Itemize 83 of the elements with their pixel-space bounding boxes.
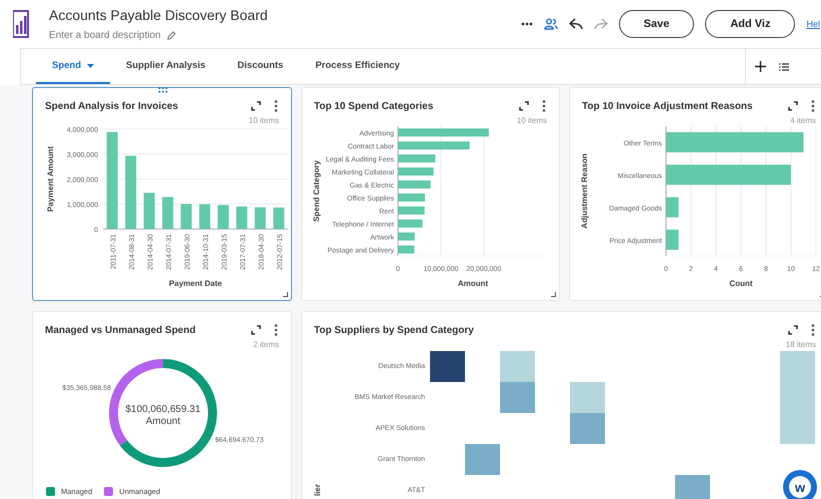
more-vertical-icon[interactable] — [274, 100, 278, 112]
bar[interactable] — [398, 167, 434, 176]
heatmap-cell[interactable] — [465, 444, 500, 475]
more-vertical-icon[interactable] — [542, 100, 546, 112]
card-title: Top Suppliers by Spend Category — [314, 324, 474, 336]
x-axis-title: Amount — [458, 279, 488, 288]
tab[interactable]: Discounts — [221, 49, 300, 84]
more-vertical-icon[interactable] — [811, 324, 815, 336]
heatmap-cell[interactable] — [675, 475, 710, 499]
bar[interactable] — [398, 219, 422, 228]
y-axis-title: lier — [313, 484, 322, 496]
card-title: Managed vs Unmanaged Spend — [45, 324, 196, 336]
item-count: 4 items — [790, 116, 816, 125]
redo-icon[interactable] — [594, 18, 608, 30]
item-count: 10 items — [516, 116, 547, 125]
bar[interactable] — [162, 197, 174, 229]
bar[interactable] — [398, 180, 431, 189]
bar[interactable] — [236, 206, 248, 229]
more-vertical-icon[interactable] — [274, 324, 278, 336]
y-axis-title: Adjustment Reason — [580, 153, 589, 229]
y-axis-title: Payment Amount — [46, 146, 55, 212]
help-link[interactable]: Hel — [806, 19, 820, 29]
bar[interactable] — [254, 207, 266, 229]
bar[interactable] — [398, 206, 425, 215]
list-icon[interactable] — [779, 62, 789, 70]
expand-icon[interactable] — [788, 101, 798, 111]
more-vertical-icon[interactable] — [811, 100, 815, 112]
bar[interactable] — [398, 128, 489, 137]
donut-total: $100,060,659.31 — [125, 404, 201, 415]
y-axis-title: Spend Category — [312, 160, 321, 222]
card-title: Top 10 Spend Categories — [314, 100, 434, 112]
toolbar-button[interactable]: Save — [618, 10, 694, 38]
card-title: Top 10 Invoice Adjustment Reasons — [582, 100, 753, 112]
chart-logo-icon — [13, 10, 29, 38]
bar[interactable] — [666, 197, 678, 218]
bar[interactable] — [218, 205, 229, 229]
bar[interactable] — [398, 193, 425, 202]
tab[interactable]: Process Efficiency — [299, 49, 416, 84]
bar[interactable] — [398, 232, 415, 241]
bar[interactable] — [106, 132, 118, 229]
toolbar-button[interactable]: Add Viz — [705, 10, 796, 38]
expand-icon[interactable] — [251, 101, 261, 111]
resize-handle-icon[interactable] — [283, 292, 288, 297]
tab[interactable]: Supplier Analysis — [110, 49, 222, 84]
more-icon[interactable] — [520, 22, 533, 26]
donut-slice[interactable] — [120, 359, 217, 467]
bar[interactable] — [199, 204, 210, 229]
expand-icon[interactable] — [788, 325, 798, 335]
bar[interactable] — [144, 192, 155, 229]
heatmap-cell[interactable] — [500, 382, 535, 413]
bar[interactable] — [398, 141, 470, 150]
bar[interactable] — [666, 230, 678, 250]
donut-total-label: Amount — [146, 416, 180, 427]
heatmap-cell[interactable] — [780, 351, 815, 382]
bar[interactable] — [398, 154, 436, 163]
expand-icon[interactable] — [251, 325, 261, 335]
bar[interactable] — [125, 156, 136, 229]
board-title: Accounts Payable Discovery Board — [49, 7, 268, 23]
item-count: 2 items — [253, 340, 279, 349]
bar[interactable] — [398, 245, 414, 254]
heatmap-cell[interactable] — [500, 351, 535, 382]
expand-icon[interactable] — [519, 101, 529, 111]
heatmap-cell[interactable] — [570, 382, 605, 413]
bar[interactable] — [180, 204, 192, 229]
x-axis-title: Payment Date — [169, 279, 222, 288]
heatmap-cell[interactable] — [780, 413, 815, 444]
item-count: 18 items — [786, 340, 816, 349]
pencil-icon[interactable] — [166, 31, 176, 40]
undo-icon[interactable] — [568, 18, 583, 30]
heatmap-cell[interactable] — [570, 413, 605, 444]
people-icon[interactable] — [544, 18, 558, 30]
caret-icon[interactable] — [87, 64, 94, 68]
heatmap-cell[interactable] — [430, 351, 465, 382]
item-count: 10 items — [248, 116, 279, 125]
bar[interactable] — [273, 208, 284, 229]
description-placeholder[interactable]: Enter a board description — [49, 30, 161, 41]
card-title: Spend Analysis for Invoices — [45, 100, 178, 112]
bar[interactable] — [666, 164, 791, 185]
x-axis-title: Count — [729, 279, 753, 288]
resize-handle-icon[interactable] — [551, 292, 556, 297]
bar[interactable] — [666, 132, 804, 152]
add-icon[interactable] — [755, 61, 766, 72]
drag-handle-icon[interactable] — [158, 87, 168, 93]
